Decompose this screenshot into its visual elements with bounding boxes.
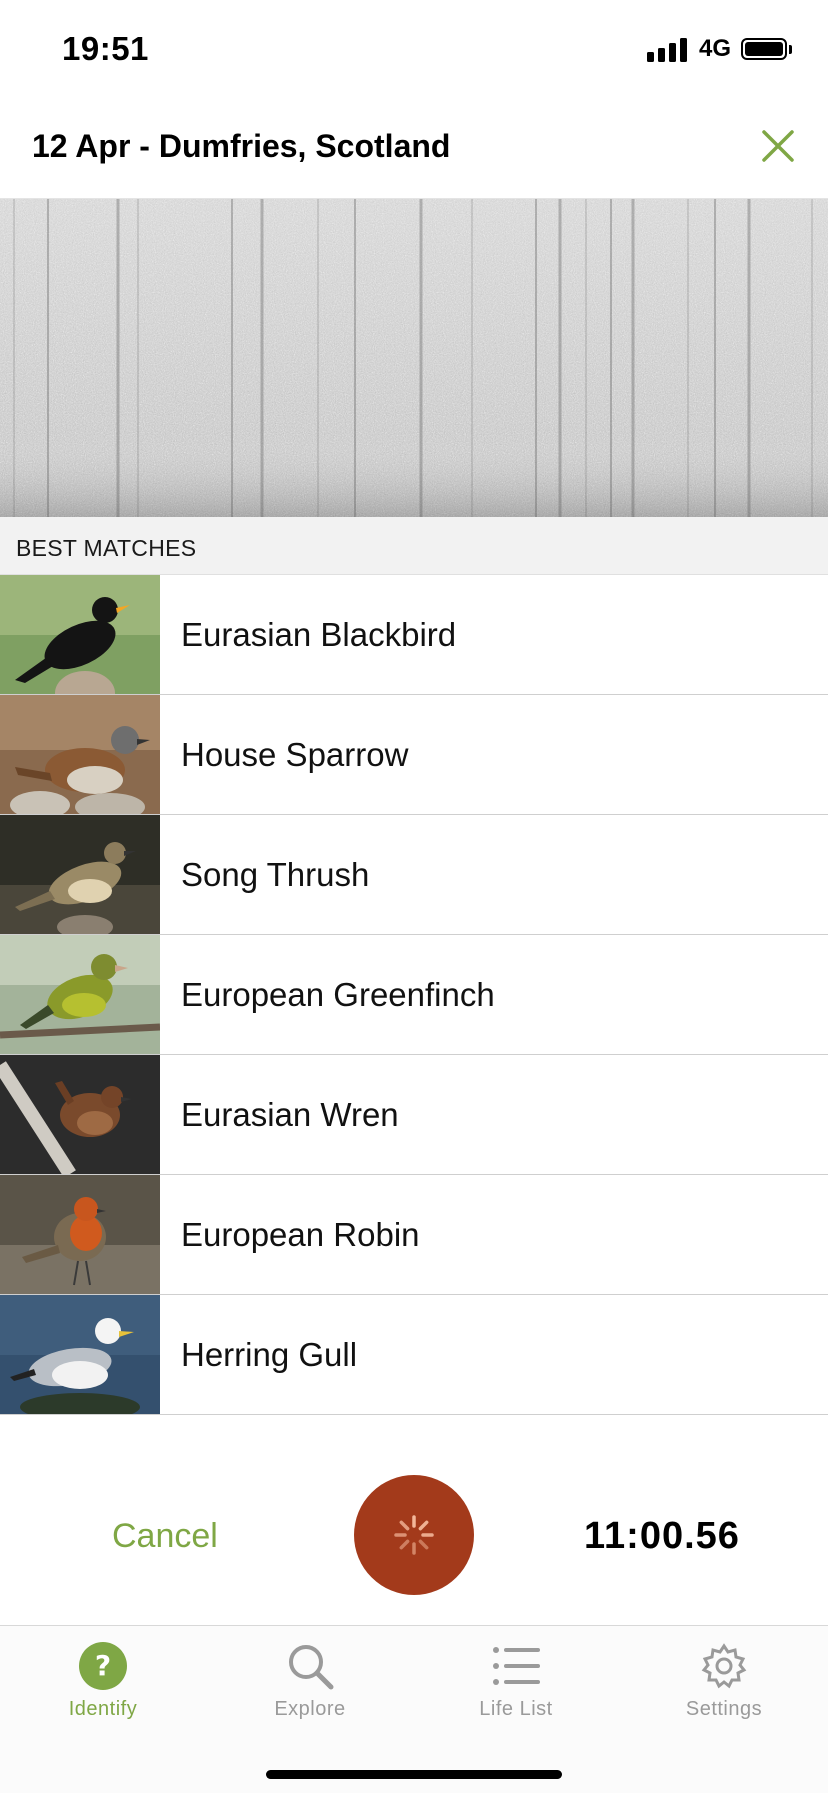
bird-photo: [0, 695, 160, 814]
match-row-eurasian-blackbird[interactable]: Eurasian Blackbird: [0, 575, 828, 695]
bird-photo: [0, 1055, 160, 1174]
match-row-house-sparrow[interactable]: House Sparrow: [0, 695, 828, 815]
signal-icon: [646, 36, 687, 62]
bird-photo: [0, 575, 160, 694]
question-icon: ?: [79, 1642, 127, 1690]
tab-label: Settings: [685, 1698, 763, 1720]
species-name: House Sparrow: [181, 736, 409, 773]
matches-list: Eurasian Blackbird House Sparrow Song Th…: [0, 575, 828, 1415]
species-name: Eurasian Blackbird: [181, 616, 457, 653]
search-icon: [289, 1645, 334, 1690]
tab-label: Explore: [274, 1698, 346, 1720]
svg-text:?: ?: [95, 1649, 111, 1682]
spinner-icon: [394, 1515, 434, 1555]
home-indicator: [266, 1770, 562, 1779]
bird-photo: [0, 1175, 160, 1294]
page-title: 12 Apr - Dumfries, Scotland: [32, 128, 451, 164]
cancel-button[interactable]: Cancel: [112, 1517, 218, 1556]
bird-photo: [0, 1295, 160, 1414]
tab-life-list[interactable]: Life List: [416, 1640, 616, 1721]
bird-photo: [0, 935, 160, 1054]
bird-photo: [0, 815, 160, 934]
species-name: Song Thrush: [181, 856, 370, 893]
match-row-herring-gull[interactable]: Herring Gull: [0, 1295, 828, 1415]
network-label: 4G: [698, 35, 731, 62]
species-name: European Robin: [181, 1216, 420, 1253]
match-row-eurasian-wren[interactable]: Eurasian Wren: [0, 1055, 828, 1175]
match-row-european-greenfinch[interactable]: European Greenfinch: [0, 935, 828, 1055]
best-matches-header: BEST MATCHES: [0, 517, 828, 575]
close-icon: [762, 130, 794, 162]
tab-identify[interactable]: ? Identify: [3, 1640, 203, 1721]
tab-label: Identify: [68, 1698, 138, 1720]
tab-settings[interactable]: Settings: [624, 1640, 824, 1721]
recording-header: 12 Apr - Dumfries, Scotland: [0, 100, 828, 199]
gear-icon: [701, 1643, 747, 1689]
section-title: BEST MATCHES: [16, 535, 197, 561]
recording-timer: 11:00.56: [584, 1515, 740, 1557]
species-name: Herring Gull: [181, 1336, 358, 1373]
recording-controls: Cancel 11:00.56: [0, 1415, 828, 1625]
battery-icon: [741, 38, 792, 60]
tab-bar: ? Identify Explore Life List Settings: [0, 1625, 828, 1793]
match-row-song-thrush[interactable]: Song Thrush: [0, 815, 828, 935]
tab-explore[interactable]: Explore: [210, 1640, 410, 1721]
status-bar: 19:51 4G: [0, 0, 828, 100]
tab-label: Life List: [479, 1698, 553, 1720]
match-row-european-robin[interactable]: European Robin: [0, 1175, 828, 1295]
spectrogram: [0, 199, 828, 517]
species-name: European Greenfinch: [181, 976, 495, 1013]
species-name: Eurasian Wren: [181, 1096, 399, 1133]
record-button[interactable]: [354, 1475, 474, 1595]
status-indicators: 4G: [646, 34, 792, 64]
status-time: 19:51: [62, 30, 149, 67]
close-button[interactable]: [758, 126, 798, 166]
list-icon: [493, 1647, 540, 1685]
